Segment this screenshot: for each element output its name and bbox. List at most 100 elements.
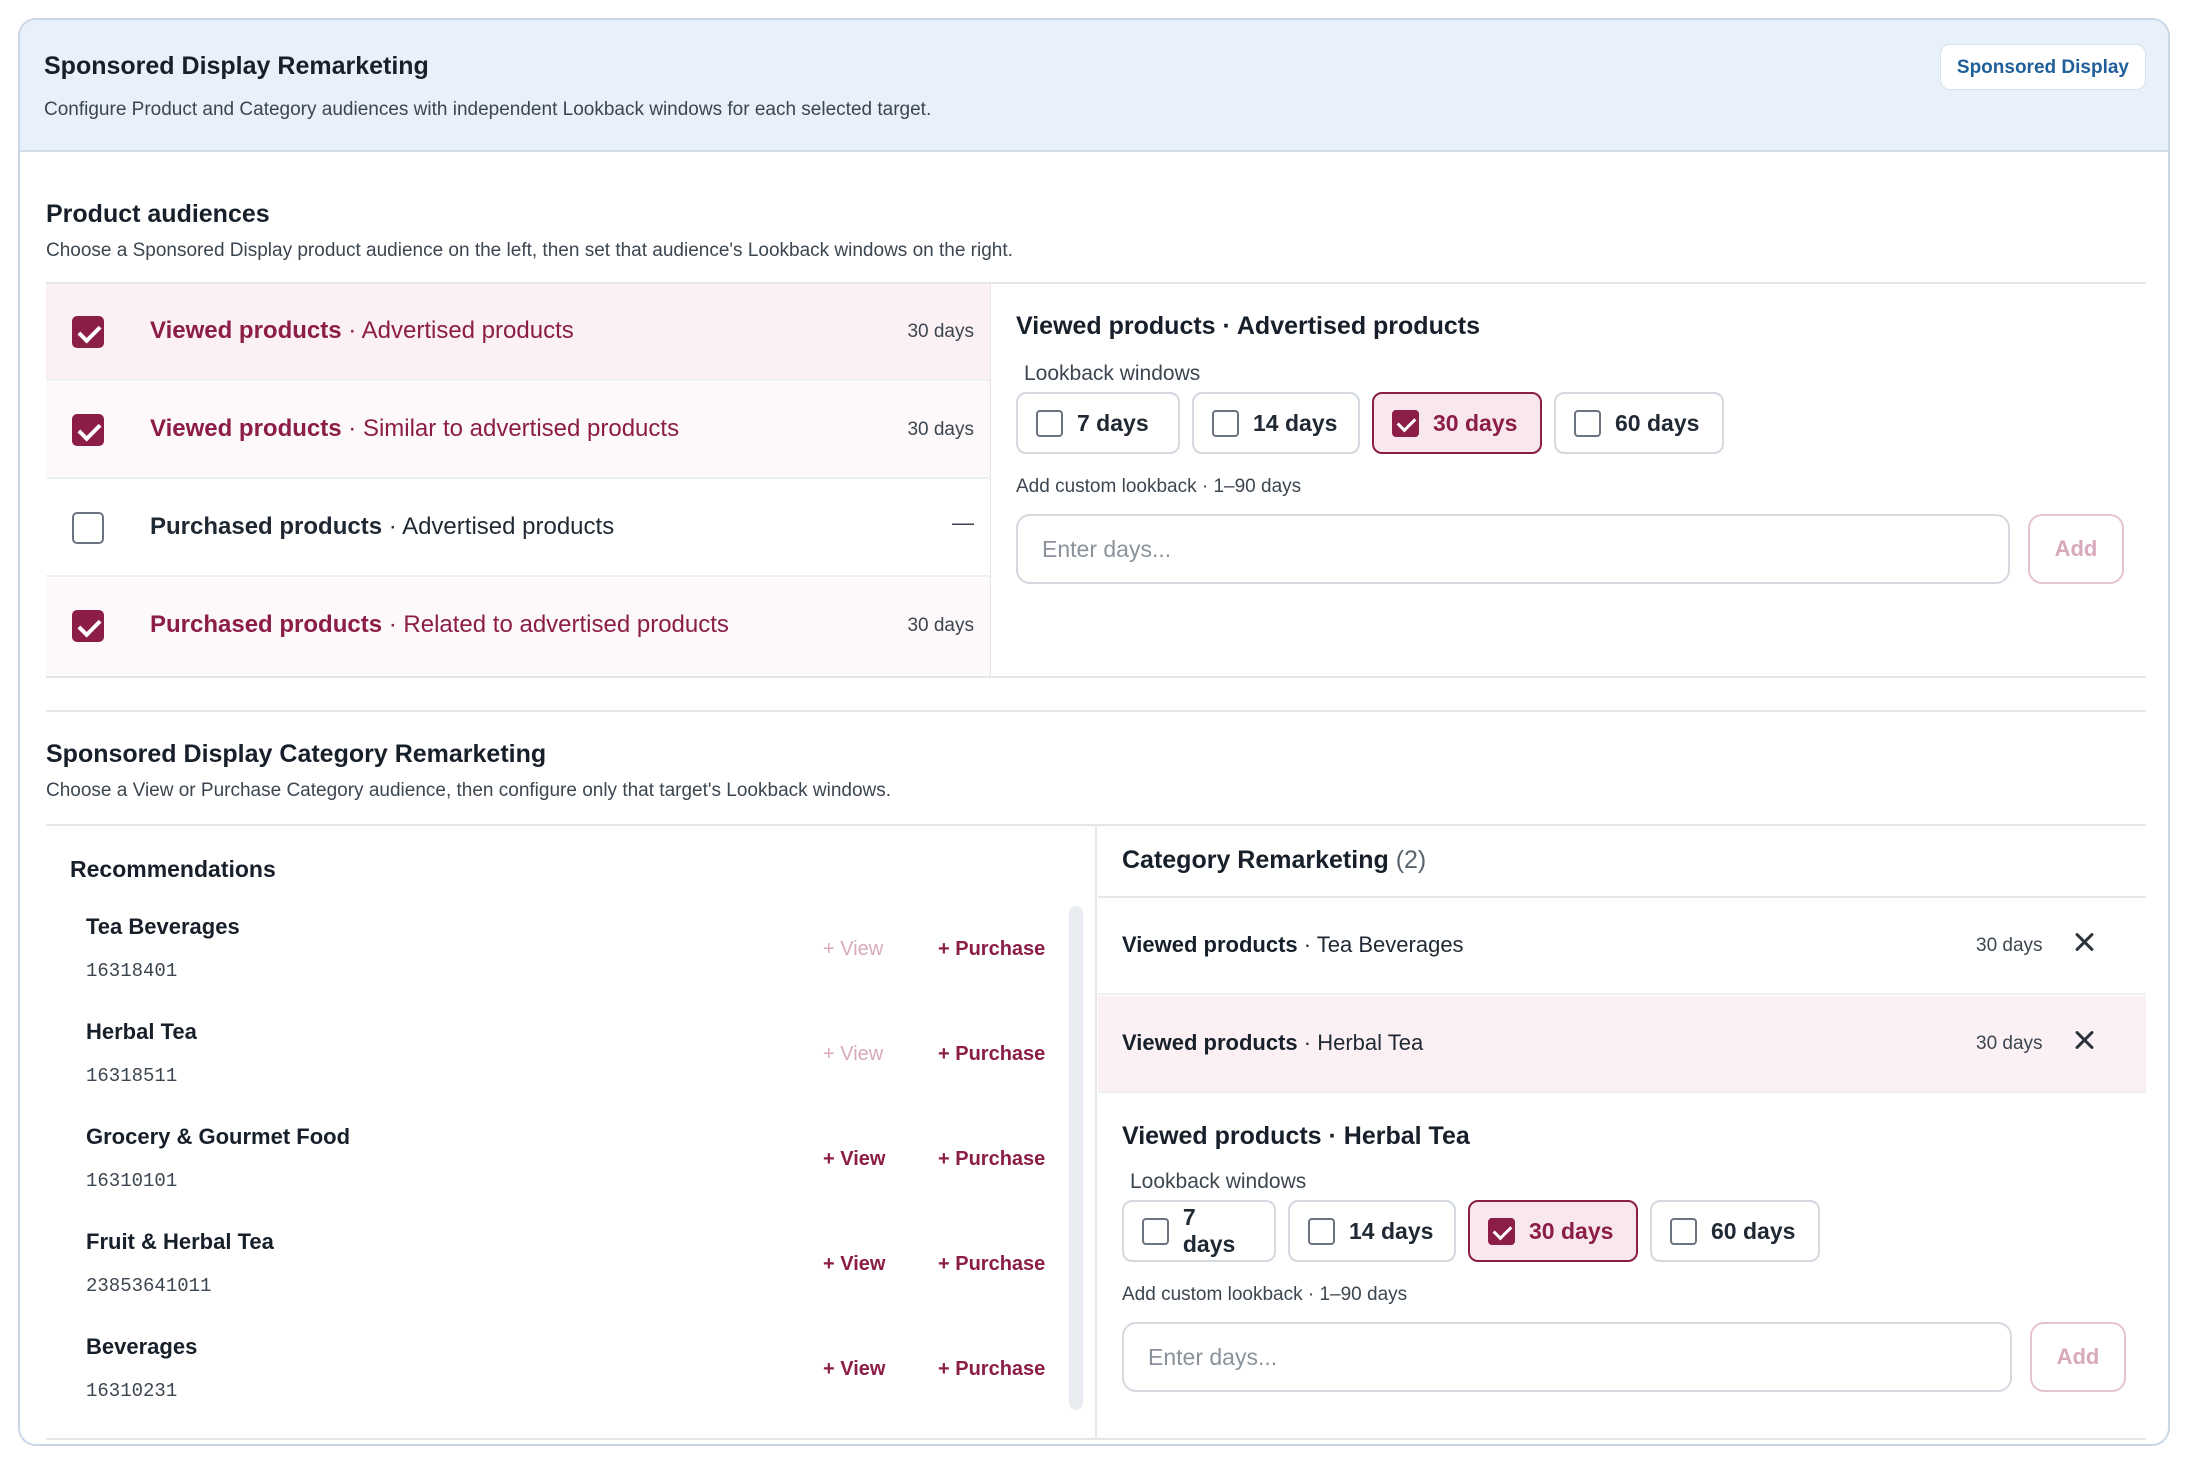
recommendations-panel: Recommendations Tea Beverages 16318401 +…	[46, 826, 1097, 1440]
selected-count: (2)	[1395, 846, 1427, 874]
category-name: Herbal Tea	[86, 1019, 197, 1044]
checkbox-icon	[1142, 1217, 1169, 1245]
option-label: 60 days	[1711, 1217, 1796, 1244]
recommendations-scrollbar[interactable]	[1069, 906, 1083, 1410]
product-audiences-section: Product audiences Choose a Sponsored Dis…	[46, 170, 2146, 680]
checkbox-icon	[1036, 409, 1063, 437]
audience-type: Viewed products	[1122, 1030, 1298, 1055]
remarketing-panel: Sponsored Display Remarketing Configure …	[18, 18, 2170, 1446]
add-view-button[interactable]: + View	[823, 1253, 885, 1276]
close-icon[interactable]	[2070, 1026, 2098, 1054]
add-purchase-button[interactable]: + Purchase	[938, 938, 1045, 961]
recommendations-title: Recommendations	[70, 856, 276, 882]
audience-target: Advertised products	[361, 317, 574, 344]
separator: ·	[1297, 1030, 1318, 1055]
audience-target: Similar to advertised products	[362, 415, 680, 442]
selected-title-text: Category Remarketing	[1122, 846, 1389, 874]
category-name: Grocery & Gourmet Food	[86, 1124, 351, 1149]
audience-target: Related to advertised products	[403, 611, 729, 638]
lookback-options: 7 days 14 days 30 days 60 days	[1122, 1200, 1820, 1262]
category-name: Beverages	[86, 1334, 198, 1359]
audience-type: Viewed products	[150, 415, 342, 442]
audience-row-viewed-similar[interactable]: Viewed products · Similar to advertised …	[46, 382, 990, 479]
lookback-option-14[interactable]: 14 days	[1288, 1200, 1456, 1262]
add-purchase-button[interactable]: + Purchase	[938, 1253, 1045, 1276]
lookback-option-30[interactable]: 30 days	[1372, 392, 1542, 454]
category-remarketing-section: Sponsored Display Category Remarketing C…	[46, 710, 2146, 1440]
option-label: 7 days	[1077, 409, 1149, 436]
recommendation-item: Grocery & Gourmet Food 16310101 + View +…	[86, 1118, 1076, 1223]
add-view-button[interactable]: + View	[823, 938, 883, 961]
separator: ·	[382, 611, 404, 638]
option-label: 30 days	[1433, 409, 1518, 436]
category-name: Tea Beverages	[86, 914, 240, 939]
audience-type: Viewed products	[150, 317, 342, 344]
audience-row-purchased-advertised[interactable]: Purchased products · Advertised products…	[46, 480, 990, 577]
selected-category-row[interactable]: Viewed products · Herbal Tea 30 days	[1098, 996, 2146, 1093]
category-selected-panel: Category Remarketing (2) Viewed products…	[1098, 826, 2146, 1440]
option-label: 14 days	[1253, 409, 1338, 436]
add-custom-lookback-button[interactable]: Add	[2030, 1322, 2126, 1392]
panel-header: Sponsored Display Remarketing Configure …	[20, 20, 2168, 152]
add-purchase-button[interactable]: + Purchase	[938, 1358, 1045, 1381]
checkbox-icon	[1212, 409, 1239, 437]
product-audience-list: Viewed products · Advertised products 30…	[46, 284, 991, 678]
lookback-label: Lookback windows	[1024, 362, 1201, 385]
add-view-button[interactable]: + View	[823, 1358, 885, 1381]
lookback-option-14[interactable]: 14 days	[1192, 392, 1360, 454]
lookback-option-60[interactable]: 60 days	[1554, 392, 1724, 454]
custom-lookback-input[interactable]	[1016, 514, 2010, 584]
audience-days: 30 days	[907, 615, 974, 636]
lookback-option-30[interactable]: 30 days	[1468, 1200, 1638, 1262]
option-label: 60 days	[1615, 409, 1700, 436]
option-label: 7 days	[1182, 1204, 1236, 1257]
add-view-button[interactable]: + View	[823, 1043, 883, 1066]
lookback-option-60[interactable]: 60 days	[1650, 1200, 1820, 1262]
category-id: 16310101	[86, 1170, 178, 1192]
add-purchase-button[interactable]: + Purchase	[938, 1043, 1045, 1066]
checkbox-icon	[1308, 1217, 1335, 1245]
detail-title: Viewed products · Advertised products	[1016, 312, 1480, 340]
panel-subtitle: Configure Product and Category audiences…	[44, 99, 932, 120]
lookback-option-7[interactable]: 7 days	[1016, 392, 1180, 454]
add-view-button[interactable]: + View	[823, 1148, 885, 1171]
product-lookback-detail: Viewed products · Advertised products Lo…	[992, 284, 2146, 678]
category-remarketing-title: Sponsored Display Category Remarketing	[46, 740, 547, 768]
checkbox-icon[interactable]	[72, 414, 104, 446]
add-custom-lookback-button[interactable]: Add	[2028, 514, 2124, 584]
product-audiences-subtitle: Choose a Sponsored Display product audie…	[46, 240, 1013, 261]
audience-days: 30 days	[907, 419, 974, 440]
audience-type: Viewed products	[1122, 932, 1298, 957]
lookback-label: Lookback windows	[1130, 1170, 1307, 1193]
checkbox-icon[interactable]	[72, 316, 104, 348]
separator: ·	[1297, 932, 1317, 957]
audience-row-viewed-advertised[interactable]: Viewed products · Advertised products 30…	[46, 284, 990, 381]
audience-days: 30 days	[1976, 1033, 2043, 1054]
audience-type: Purchased products	[150, 513, 383, 540]
recommendation-item: Herbal Tea 16318511 + View + Purchase	[86, 1013, 1076, 1118]
audience-row-purchased-related[interactable]: Purchased products · Related to advertis…	[46, 578, 990, 675]
category-name: Fruit & Herbal Tea	[86, 1229, 274, 1254]
separator: ·	[382, 513, 403, 540]
checkbox-icon	[1574, 409, 1601, 437]
audience-days: 30 days	[907, 321, 974, 342]
category-id: 16310231	[86, 1380, 178, 1402]
selected-category-row[interactable]: Viewed products · Tea Beverages 30 days	[1098, 898, 2146, 995]
checkbox-icon	[1392, 409, 1419, 437]
custom-lookback-input[interactable]	[1122, 1322, 2012, 1392]
custom-lookback-label: Add custom lookback · 1–90 days	[1122, 1284, 1408, 1305]
audience-target: Tea Beverages	[1316, 932, 1464, 957]
checkbox-icon[interactable]	[72, 610, 104, 642]
add-purchase-button[interactable]: + Purchase	[938, 1148, 1045, 1171]
recommendation-item: Tea Beverages 16318401 + View + Purchase	[86, 908, 1076, 1013]
option-label: 14 days	[1349, 1217, 1434, 1244]
audience-target: Advertised products	[402, 513, 615, 540]
checkbox-icon	[1670, 1217, 1697, 1245]
close-icon[interactable]	[2070, 928, 2098, 956]
checkbox-icon[interactable]	[72, 512, 104, 544]
category-id: 23853641011	[86, 1275, 212, 1297]
audience-days: —	[952, 510, 974, 535]
sponsored-display-badge: Sponsored Display	[1939, 44, 2146, 90]
lookback-option-7[interactable]: 7 days	[1122, 1200, 1276, 1262]
separator: ·	[341, 317, 362, 344]
